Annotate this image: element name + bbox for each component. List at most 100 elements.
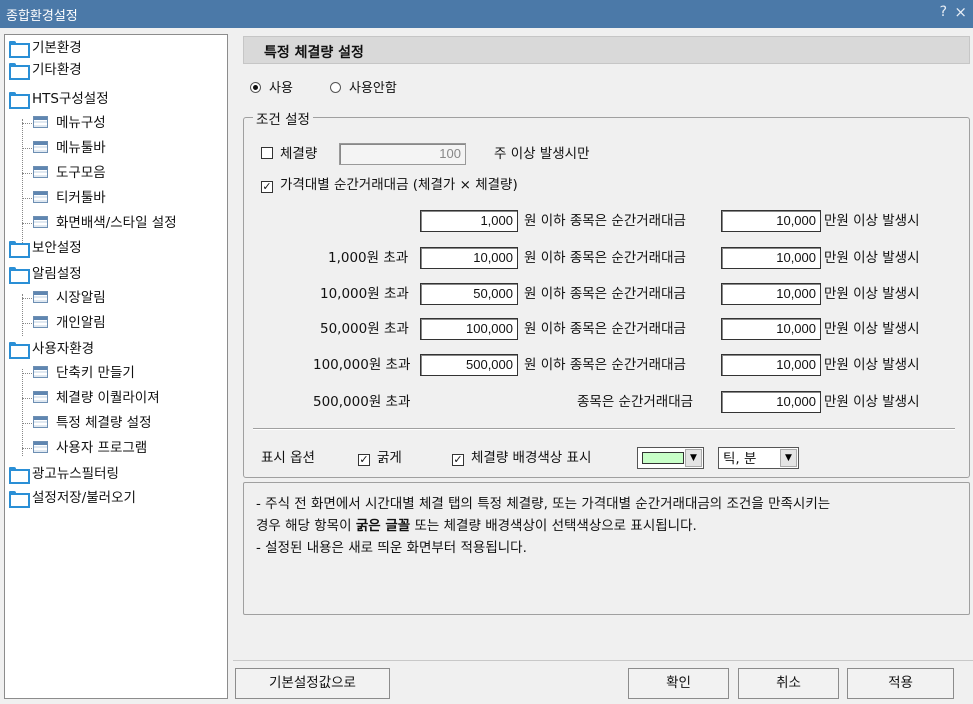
- description-text: 또는 체결량 배경색상이 선택색상으로 표시됩니다.: [410, 518, 697, 534]
- folder-icon: [9, 342, 30, 359]
- folder-icon: [9, 491, 30, 508]
- tree-item-toolbox[interactable]: 도구모음: [33, 162, 106, 184]
- row-suffix-text: 만원 이상 발생시: [824, 213, 920, 229]
- row-suffix-text: 만원 이상 발생시: [824, 321, 920, 337]
- price-checkbox[interactable]: ✓ 가격대별 순간거래대금 (체결가 × 체결량): [261, 174, 518, 196]
- checkbox-unchecked-icon: [261, 147, 273, 159]
- tree-item-label: 설정저장/불러오기: [32, 490, 136, 506]
- bg-color-label: 체결량 배경색상 표시: [471, 450, 592, 466]
- tree-connector: [22, 298, 32, 299]
- bold-checkbox[interactable]: ✓ 굵게: [358, 447, 402, 469]
- folder-icon: [9, 41, 30, 58]
- tree-item-label: 기타환경: [32, 62, 82, 78]
- page-icon: [33, 141, 48, 153]
- tree-item-market-alert[interactable]: 시장알림: [33, 287, 106, 309]
- checkbox-checked-icon: ✓: [452, 453, 464, 466]
- footer-divider: [233, 660, 973, 661]
- page-icon: [33, 166, 48, 178]
- chevron-down-icon[interactable]: ▼: [780, 449, 797, 467]
- tree-item-user-env[interactable]: 사용자환경: [9, 338, 94, 360]
- folder-icon: [9, 267, 30, 284]
- tree-item-menu-config[interactable]: 메뉴구성: [33, 112, 106, 134]
- page-icon: [33, 216, 48, 228]
- volume-label: 체결량: [280, 146, 318, 162]
- page-icon: [33, 291, 48, 303]
- tree-connector: [22, 423, 32, 424]
- threshold-input-1[interactable]: 1,000: [420, 210, 518, 232]
- amount-input-4[interactable]: 10,000: [721, 318, 821, 340]
- tree-item-ad-filter[interactable]: 광고뉴스필터링: [9, 463, 119, 485]
- tree-item-hts-config[interactable]: HTS구성설정: [9, 88, 109, 110]
- tree-connector: [22, 398, 32, 399]
- tree-connector: [22, 373, 32, 374]
- panel-header: 특정 체결량 설정: [243, 36, 970, 64]
- description-bold-text: 굵은 글꼴: [355, 518, 411, 534]
- unit-select[interactable]: 틱, 분 ▼: [718, 447, 799, 469]
- tree-item-label: 알림설정: [32, 266, 82, 282]
- unit-select-value: 틱, 분: [723, 451, 757, 467]
- tree-item-label: 단축키 만들기: [56, 365, 135, 381]
- tree-item-label: 시장알림: [56, 290, 106, 306]
- window-title: 종합환경설정: [6, 9, 78, 24]
- group-divider: [253, 428, 955, 430]
- tree-item-menu-toolbar[interactable]: 메뉴툴바: [33, 137, 106, 159]
- threshold-input-2[interactable]: 10,000: [420, 247, 518, 269]
- amount-input-2[interactable]: 10,000: [721, 247, 821, 269]
- tree-item-personal-alert[interactable]: 개인알림: [33, 312, 106, 334]
- page-icon: [33, 416, 48, 428]
- volume-input[interactable]: 100: [339, 143, 466, 165]
- threshold-input-4[interactable]: 100,000: [420, 318, 518, 340]
- tree-item-etc[interactable]: 기타환경: [9, 59, 82, 81]
- row-prefix-text: 50,000원 초과: [320, 321, 409, 337]
- close-icon[interactable]: ×: [954, 3, 967, 21]
- row-middle-text: 원 이하 종목은 순간거래대금: [524, 250, 686, 266]
- amount-input-6[interactable]: 10,000: [721, 391, 821, 413]
- help-icon[interactable]: ?: [940, 4, 947, 20]
- description-text: 경우 해당 항목이: [256, 518, 356, 534]
- ok-button[interactable]: 확인: [628, 668, 729, 699]
- cancel-button[interactable]: 취소: [738, 668, 839, 699]
- bg-color-checkbox[interactable]: ✓ 체결량 배경색상 표시: [452, 447, 591, 469]
- page-icon: [33, 391, 48, 403]
- row-suffix-text: 만원 이상 발생시: [824, 357, 920, 373]
- tree-item-label: 메뉴툴바: [56, 140, 106, 156]
- tree-connector: [22, 198, 32, 199]
- amount-input-3[interactable]: 10,000: [721, 283, 821, 305]
- folder-icon: [9, 467, 30, 484]
- tree-item-equalizer[interactable]: 체결량 이퀄라이져: [33, 387, 160, 409]
- radio-use[interactable]: 사용: [250, 80, 293, 98]
- tree-item-label: 화면배색/스타일 설정: [56, 215, 177, 231]
- tree-item-save-load[interactable]: 설정저장/불러오기: [9, 487, 136, 509]
- tree-item-label: HTS구성설정: [32, 91, 109, 107]
- row-middle-text: 원 이하 종목은 순간거래대금: [524, 321, 686, 337]
- tree-item-alerts[interactable]: 알림설정: [9, 263, 82, 285]
- tree-item-basic[interactable]: 기본환경: [9, 37, 82, 59]
- row-middle-text: 원 이하 종목은 순간거래대금: [524, 286, 686, 302]
- tree-connector: [22, 369, 23, 456]
- volume-checkbox[interactable]: 체결량: [261, 143, 317, 165]
- threshold-input-3[interactable]: 50,000: [420, 283, 518, 305]
- tree-item-label: 사용자환경: [32, 341, 95, 357]
- page-icon: [33, 316, 48, 328]
- description-box: - 주식 전 화면에서 시간대별 체결 탭의 특정 체결량, 또는 가격대별 순…: [243, 482, 970, 615]
- radio-nouse-label: 사용안함: [349, 81, 397, 96]
- amount-input-5[interactable]: 10,000: [721, 354, 821, 376]
- tree-item-specific-volume[interactable]: 특정 체결량 설정: [33, 412, 152, 434]
- color-picker[interactable]: ▼: [637, 447, 704, 469]
- tree-item-screen-style[interactable]: 화면배색/스타일 설정: [33, 212, 177, 234]
- tree-item-security[interactable]: 보안설정: [9, 237, 82, 259]
- tree-item-label: 사용자 프로그램: [56, 440, 148, 456]
- amount-input-1[interactable]: 10,000: [721, 210, 821, 232]
- page-icon: [33, 366, 48, 378]
- apply-button[interactable]: 적용: [847, 668, 954, 699]
- threshold-input-5[interactable]: 500,000: [420, 354, 518, 376]
- tree-item-user-program[interactable]: 사용자 프로그램: [33, 437, 147, 459]
- defaults-button[interactable]: 기본설정값으로: [235, 668, 390, 699]
- tree-item-ticker-toolbar[interactable]: 티커툴바: [33, 187, 106, 209]
- tree-item-shortcut[interactable]: 단축키 만들기: [33, 362, 135, 384]
- chevron-down-icon[interactable]: ▼: [685, 449, 702, 467]
- radio-nouse[interactable]: 사용안함: [330, 80, 397, 98]
- volume-suffix: 주 이상 발생시만: [494, 146, 590, 162]
- tree-item-label: 도구모음: [56, 165, 106, 181]
- description-line: 경우 해당 항목이 굵은 글꼴 또는 체결량 배경색상이 선택색상으로 표시됩니…: [256, 515, 959, 537]
